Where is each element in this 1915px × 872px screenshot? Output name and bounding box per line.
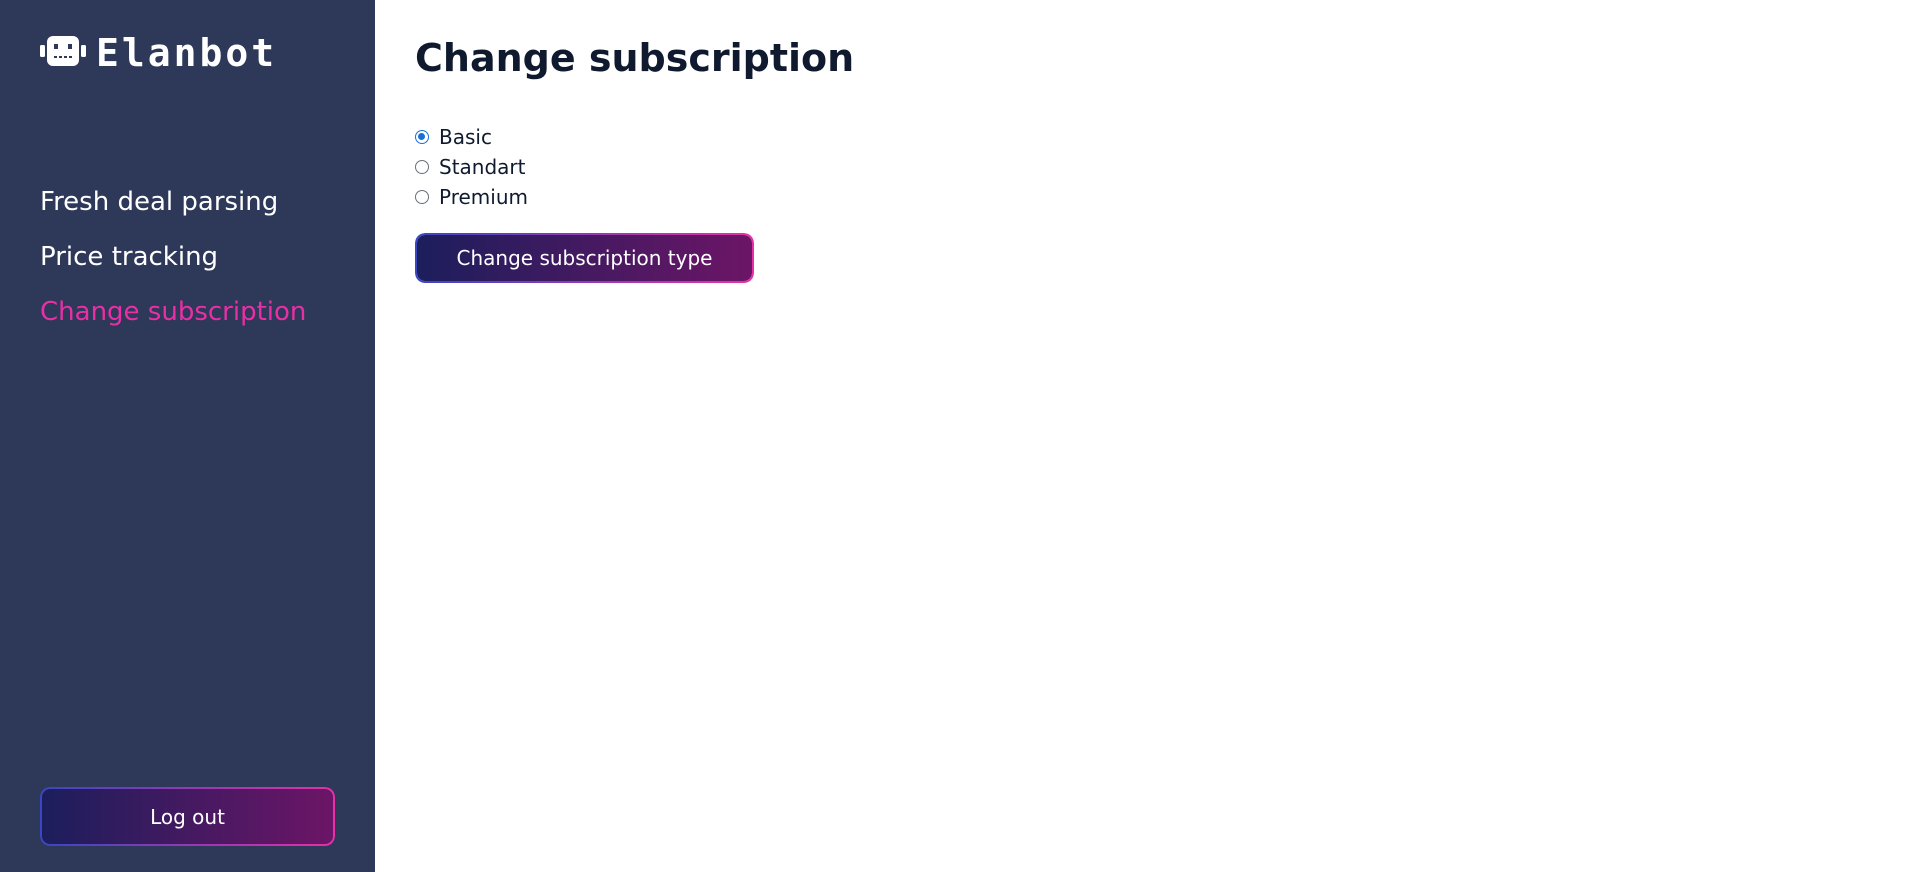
option-basic[interactable]: Basic [415, 125, 528, 149]
option-basic-label: Basic [439, 125, 492, 149]
option-standart[interactable]: Standart [415, 155, 528, 179]
sidebar-item-price-tracking[interactable]: Price tracking [40, 241, 306, 274]
app-root: Elanbot Fresh deal parsing Price trackin… [0, 0, 1915, 872]
main-content: Change subscription Basic Standart Premi… [375, 0, 1915, 872]
sidebar-nav: Fresh deal parsing Price tracking Change… [40, 186, 306, 329]
radio-standart[interactable] [415, 160, 429, 174]
logout-button[interactable]: Log out [40, 787, 335, 846]
page-title: Change subscription [415, 36, 855, 80]
option-premium-label: Premium [439, 185, 528, 209]
radio-basic[interactable] [415, 130, 429, 144]
change-subscription-button[interactable]: Change subscription type [415, 233, 754, 283]
sidebar: Elanbot Fresh deal parsing Price trackin… [0, 0, 375, 872]
brand-logo[interactable]: Elanbot [40, 34, 277, 72]
radio-premium[interactable] [415, 190, 429, 204]
brand-name: Elanbot [96, 31, 278, 75]
option-premium[interactable]: Premium [415, 185, 528, 209]
robot-icon [40, 34, 86, 72]
sidebar-item-change-subscription[interactable]: Change subscription [40, 296, 306, 329]
sidebar-item-fresh-deal-parsing[interactable]: Fresh deal parsing [40, 186, 306, 219]
option-standart-label: Standart [439, 155, 526, 179]
subscription-options: Basic Standart Premium [415, 125, 528, 209]
